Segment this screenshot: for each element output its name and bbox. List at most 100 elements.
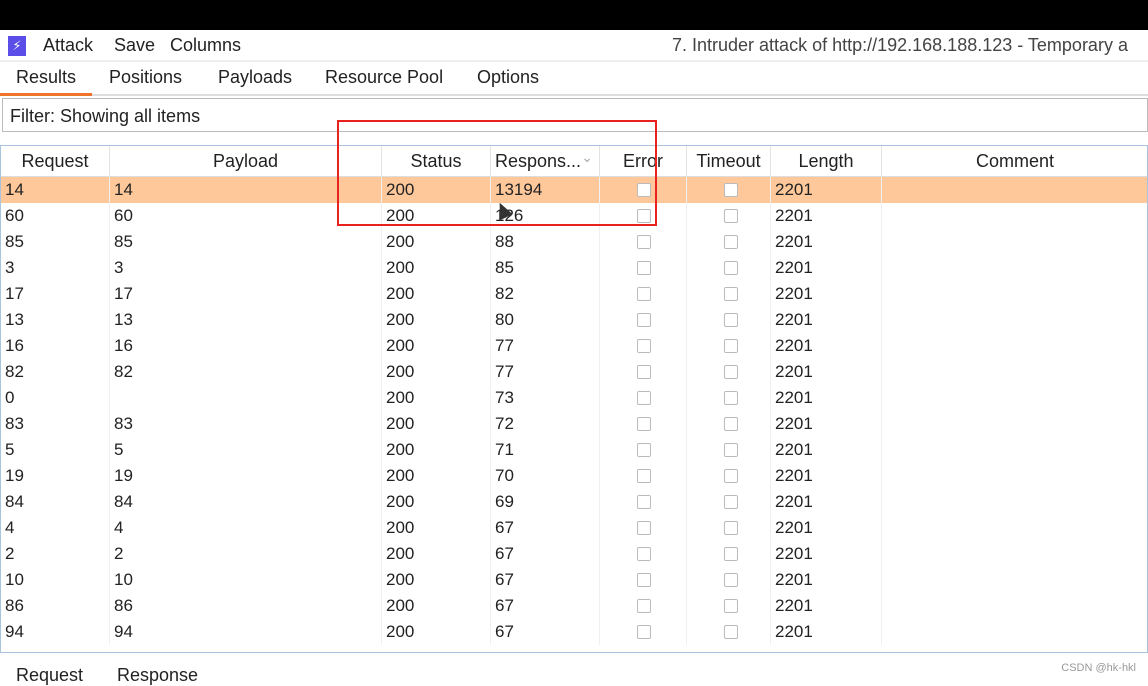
cell-response: 69 <box>491 489 600 515</box>
cell-comment <box>882 619 1147 645</box>
column-header-comment[interactable]: Comment <box>882 146 1147 177</box>
cell-timeout <box>687 463 771 489</box>
cell-error <box>600 229 687 255</box>
error-checkbox <box>637 521 651 535</box>
cell-request: 5 <box>1 437 110 463</box>
cell-error <box>600 307 687 333</box>
cell-error <box>600 281 687 307</box>
menu-attack[interactable]: Attack <box>43 35 93 56</box>
cell-status: 200 <box>382 203 491 229</box>
cell-response: 82 <box>491 281 600 307</box>
tab-resource-pool[interactable]: Resource Pool <box>325 67 443 96</box>
column-header-length[interactable]: Length <box>771 146 882 177</box>
tab-results[interactable]: Results <box>0 67 93 96</box>
error-checkbox <box>637 209 651 223</box>
column-header-error[interactable]: Error <box>600 146 687 177</box>
table-row[interactable]: 13 13 200 80 2201 <box>1 307 1147 333</box>
cell-error <box>600 333 687 359</box>
cell-timeout <box>687 541 771 567</box>
cell-request: 10 <box>1 567 110 593</box>
tab-positions[interactable]: Positions <box>109 67 182 96</box>
cell-status: 200 <box>382 411 491 437</box>
timeout-checkbox <box>724 417 738 431</box>
table-row[interactable]: 14 14 200 13194 2201 <box>1 177 1147 203</box>
cell-length: 2201 <box>771 463 882 489</box>
cell-request: 2 <box>1 541 110 567</box>
cell-timeout <box>687 177 771 203</box>
timeout-checkbox <box>724 365 738 379</box>
table-row[interactable]: 84 84 200 69 2201 <box>1 489 1147 515</box>
timeout-checkbox <box>724 599 738 613</box>
timeout-checkbox <box>724 443 738 457</box>
menu-save[interactable]: Save <box>114 35 155 56</box>
error-checkbox <box>637 599 651 613</box>
timeout-checkbox <box>724 469 738 483</box>
cell-length: 2201 <box>771 541 882 567</box>
cell-status: 200 <box>382 307 491 333</box>
cell-timeout <box>687 515 771 541</box>
table-row[interactable]: 85 85 200 88 2201 <box>1 229 1147 255</box>
table-row[interactable]: 86 86 200 67 2201 <box>1 593 1147 619</box>
cell-timeout <box>687 359 771 385</box>
cell-status: 200 <box>382 541 491 567</box>
table-row[interactable]: 5 5 200 71 2201 <box>1 437 1147 463</box>
column-header-request[interactable]: Request <box>1 146 110 177</box>
table-row[interactable]: 83 83 200 72 2201 <box>1 411 1147 437</box>
cell-length: 2201 <box>771 619 882 645</box>
cell-response: 70 <box>491 463 600 489</box>
table-row[interactable]: 4 4 200 67 2201 <box>1 515 1147 541</box>
cell-response: 67 <box>491 541 600 567</box>
cell-response: 67 <box>491 593 600 619</box>
error-checkbox <box>637 287 651 301</box>
table-row[interactable]: 17 17 200 82 2201 <box>1 281 1147 307</box>
cell-status: 200 <box>382 359 491 385</box>
cell-payload: 14 <box>110 177 382 203</box>
timeout-checkbox <box>724 339 738 353</box>
tab-options[interactable]: Options <box>477 67 539 96</box>
cell-request: 85 <box>1 229 110 255</box>
cell-status: 200 <box>382 333 491 359</box>
table-row[interactable]: 2 2 200 67 2201 <box>1 541 1147 567</box>
cell-payload: 5 <box>110 437 382 463</box>
timeout-checkbox <box>724 261 738 275</box>
table-row[interactable]: 94 94 200 67 2201 <box>1 619 1147 645</box>
error-checkbox <box>637 313 651 327</box>
cell-error <box>600 619 687 645</box>
cell-error <box>600 593 687 619</box>
cell-payload: 17 <box>110 281 382 307</box>
table-row[interactable]: 82 82 200 77 2201 <box>1 359 1147 385</box>
cell-request: 3 <box>1 255 110 281</box>
column-header-payload[interactable]: Payload <box>110 146 382 177</box>
column-header-response[interactable]: Respons... ⌄ <box>491 146 600 177</box>
cell-timeout <box>687 203 771 229</box>
column-header-timeout[interactable]: Timeout <box>687 146 771 177</box>
table-row[interactable]: 16 16 200 77 2201 <box>1 333 1147 359</box>
cell-length: 2201 <box>771 593 882 619</box>
cell-error <box>600 255 687 281</box>
tab-payloads[interactable]: Payloads <box>218 67 292 96</box>
menu-columns[interactable]: Columns <box>170 35 241 56</box>
cell-payload: 94 <box>110 619 382 645</box>
cell-timeout <box>687 567 771 593</box>
cell-comment <box>882 203 1147 229</box>
table-row[interactable]: 10 10 200 67 2201 <box>1 567 1147 593</box>
error-checkbox <box>637 469 651 483</box>
column-header-status[interactable]: Status <box>382 146 491 177</box>
cell-comment <box>882 515 1147 541</box>
cell-timeout <box>687 333 771 359</box>
cell-status: 200 <box>382 463 491 489</box>
cell-status: 200 <box>382 567 491 593</box>
cell-error <box>600 437 687 463</box>
table-row[interactable]: 0 200 73 2201 <box>1 385 1147 411</box>
table-row[interactable]: 19 19 200 70 2201 <box>1 463 1147 489</box>
cell-request: 83 <box>1 411 110 437</box>
cell-response: 67 <box>491 619 600 645</box>
table-row[interactable]: 3 3 200 85 2201 <box>1 255 1147 281</box>
table-row[interactable]: 60 60 200 126 2201 <box>1 203 1147 229</box>
cell-response: 73 <box>491 385 600 411</box>
cell-length: 2201 <box>771 281 882 307</box>
cell-response: 67 <box>491 515 600 541</box>
table-header: Request Payload Status Respons... ⌄ Error Time… <box>1 146 1147 177</box>
cell-length: 2201 <box>771 515 882 541</box>
filter-bar[interactable]: Filter: Showing all items <box>2 98 1148 132</box>
